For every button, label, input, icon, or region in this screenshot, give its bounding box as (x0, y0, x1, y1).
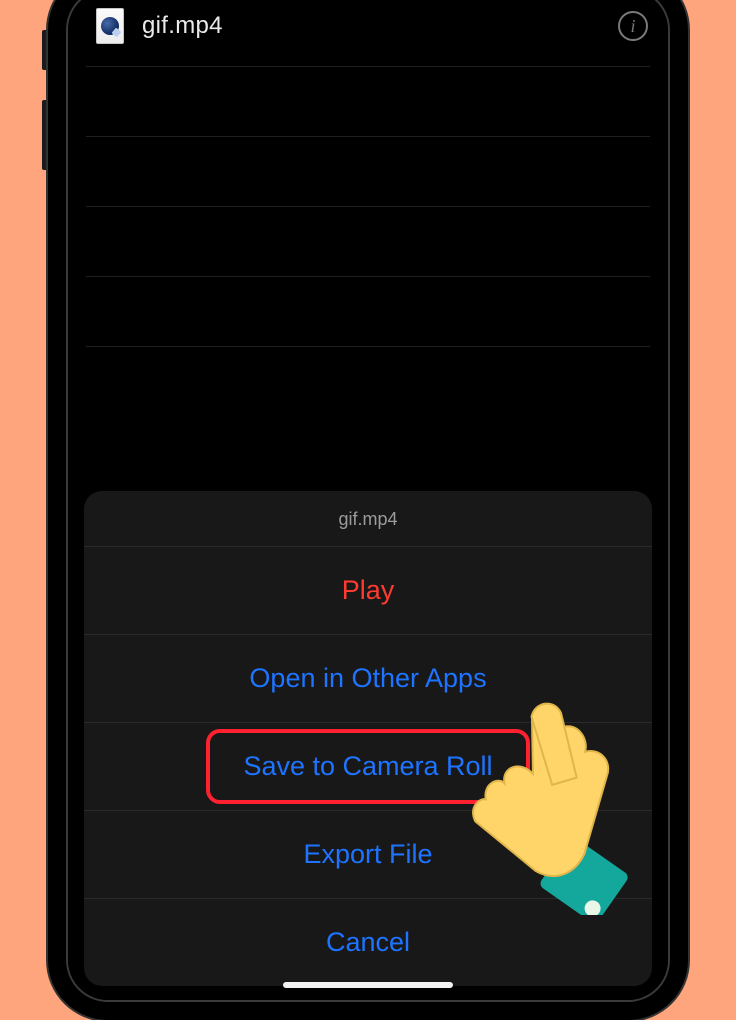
action-cancel[interactable]: Cancel (84, 899, 652, 986)
home-indicator[interactable] (283, 982, 453, 988)
action-open-label: Open in Other Apps (249, 663, 486, 693)
file-name-label: gif.mp4 (142, 12, 600, 40)
action-cancel-label: Cancel (326, 927, 410, 957)
action-sheet-title: gif.mp4 (84, 491, 652, 547)
action-export-file[interactable]: Export File (84, 811, 652, 899)
phone-screen: gif.mp4 i gif.mp4 Play Open in Other App… (66, 0, 670, 1002)
action-open-other-apps[interactable]: Open in Other Apps (84, 635, 652, 723)
action-play-label: Play (342, 575, 395, 605)
empty-list (68, 62, 668, 416)
action-play[interactable]: Play (84, 547, 652, 635)
action-save-camera-roll[interactable]: Save to Camera Roll (84, 723, 652, 811)
action-save-label: Save to Camera Roll (243, 751, 492, 781)
phone-frame: gif.mp4 i gif.mp4 Play Open in Other App… (48, 0, 688, 1020)
info-icon[interactable]: i (618, 11, 648, 41)
quicktime-file-icon (96, 8, 124, 44)
file-row[interactable]: gif.mp4 i (68, 0, 668, 62)
action-export-label: Export File (303, 839, 432, 869)
action-sheet: gif.mp4 Play Open in Other Apps Save to … (84, 491, 652, 986)
